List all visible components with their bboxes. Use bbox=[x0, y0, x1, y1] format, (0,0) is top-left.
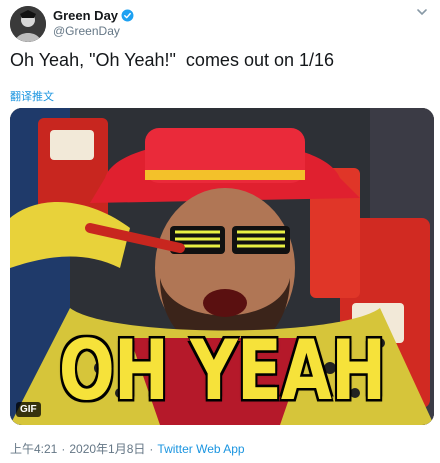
chevron-down-icon bbox=[417, 9, 427, 16]
author-block: Green Day @GreenDay bbox=[53, 8, 134, 39]
verified-badge-icon bbox=[121, 9, 134, 22]
translate-tweet-link[interactable]: 翻译推文 bbox=[10, 88, 54, 104]
meta-separator: · bbox=[61, 441, 66, 456]
tweet-text: Oh Yeah, "Oh Yeah!" comes out on 1/16 bbox=[10, 50, 335, 70]
gif-media[interactable]: OH YEAH GIF bbox=[10, 108, 434, 425]
tweet-meta: 上午4:21 · 2020年1月8日 · Twitter Web App bbox=[10, 440, 245, 457]
avatar[interactable] bbox=[10, 6, 46, 42]
meta-separator: · bbox=[149, 441, 154, 456]
author-handle[interactable]: @GreenDay bbox=[53, 24, 134, 39]
gif-badge: GIF bbox=[16, 402, 41, 417]
tweet-date[interactable]: 2020年1月8日 bbox=[69, 440, 145, 457]
tweet-source-app[interactable]: Twitter Web App bbox=[157, 442, 244, 456]
gif-caption: OH YEAH bbox=[58, 322, 387, 419]
tweet-card: Green Day @GreenDay Oh Yeah, "Oh Yeah!" … bbox=[0, 0, 440, 463]
author-name[interactable]: Green Day bbox=[53, 8, 118, 23]
avatar-icon bbox=[10, 6, 46, 42]
more-options-button[interactable] bbox=[414, 6, 430, 22]
tweet-time[interactable]: 上午4:21 bbox=[10, 440, 57, 457]
